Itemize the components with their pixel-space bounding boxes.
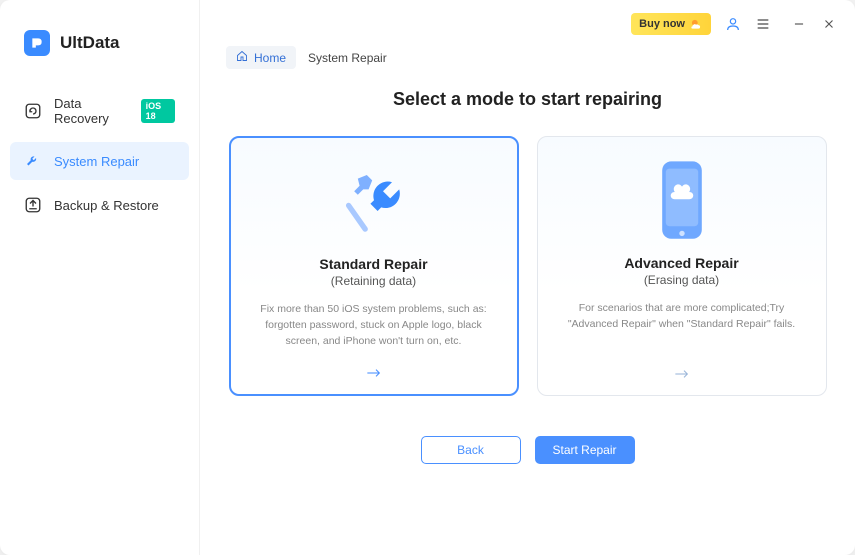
sidebar-item-system-repair[interactable]: System Repair xyxy=(10,142,189,180)
advanced-repair-illustration xyxy=(556,155,808,247)
breadcrumb-home[interactable]: Home xyxy=(226,46,296,69)
sidebar: UltData Data Recovery iOS 18 System Repa… xyxy=(0,0,200,555)
card-title: Advanced Repair xyxy=(624,255,738,271)
brand: UltData xyxy=(10,30,189,56)
back-button-label: Back xyxy=(457,443,484,457)
card-standard-repair[interactable]: Standard Repair (Retaining data) Fix mor… xyxy=(229,136,519,396)
buy-now-label: Buy now xyxy=(639,18,685,30)
titlebar: Buy now xyxy=(200,0,855,36)
weather-icon xyxy=(689,17,703,31)
breadcrumb-current: System Repair xyxy=(308,51,387,65)
sidebar-item-label: Backup & Restore xyxy=(54,198,159,213)
buy-now-button[interactable]: Buy now xyxy=(631,13,711,35)
minimize-icon[interactable] xyxy=(791,16,807,32)
menu-icon[interactable] xyxy=(755,16,771,32)
page-title: Select a mode to start repairing xyxy=(200,89,855,110)
main-panel: Buy now Home xyxy=(200,0,855,555)
backup-icon xyxy=(24,196,42,214)
standard-repair-illustration xyxy=(249,156,499,248)
breadcrumb-home-label: Home xyxy=(254,51,286,65)
card-title: Standard Repair xyxy=(319,256,427,272)
sidebar-item-label: System Repair xyxy=(54,154,139,169)
arrow-right-icon xyxy=(366,366,382,382)
app-window: UltData Data Recovery iOS 18 System Repa… xyxy=(0,0,855,555)
brand-name: UltData xyxy=(60,33,120,53)
wrench-icon xyxy=(24,152,42,170)
start-repair-button[interactable]: Start Repair xyxy=(535,436,635,464)
card-description: Fix more than 50 iOS system problems, su… xyxy=(249,302,499,349)
home-icon xyxy=(236,50,248,65)
arrow-right-icon xyxy=(674,367,690,383)
card-subtitle: (Erasing data) xyxy=(644,273,719,287)
card-description: For scenarios that are more complicated;… xyxy=(556,301,808,333)
user-icon[interactable] xyxy=(725,16,741,32)
footer-buttons: Back Start Repair xyxy=(200,436,855,464)
close-icon[interactable] xyxy=(821,16,837,32)
recovery-icon xyxy=(24,102,42,120)
mode-cards: Standard Repair (Retaining data) Fix mor… xyxy=(200,136,855,396)
sidebar-item-backup-restore[interactable]: Backup & Restore xyxy=(10,186,189,224)
card-subtitle: (Retaining data) xyxy=(331,274,416,288)
brand-logo-icon xyxy=(24,30,50,56)
sidebar-item-data-recovery[interactable]: Data Recovery iOS 18 xyxy=(10,86,189,136)
sidebar-item-label: Data Recovery xyxy=(54,96,129,126)
ios-badge: iOS 18 xyxy=(141,99,175,123)
back-button[interactable]: Back xyxy=(421,436,521,464)
breadcrumb: Home System Repair xyxy=(200,36,855,69)
card-advanced-repair[interactable]: Advanced Repair (Erasing data) For scena… xyxy=(537,136,827,396)
start-repair-label: Start Repair xyxy=(552,443,616,457)
